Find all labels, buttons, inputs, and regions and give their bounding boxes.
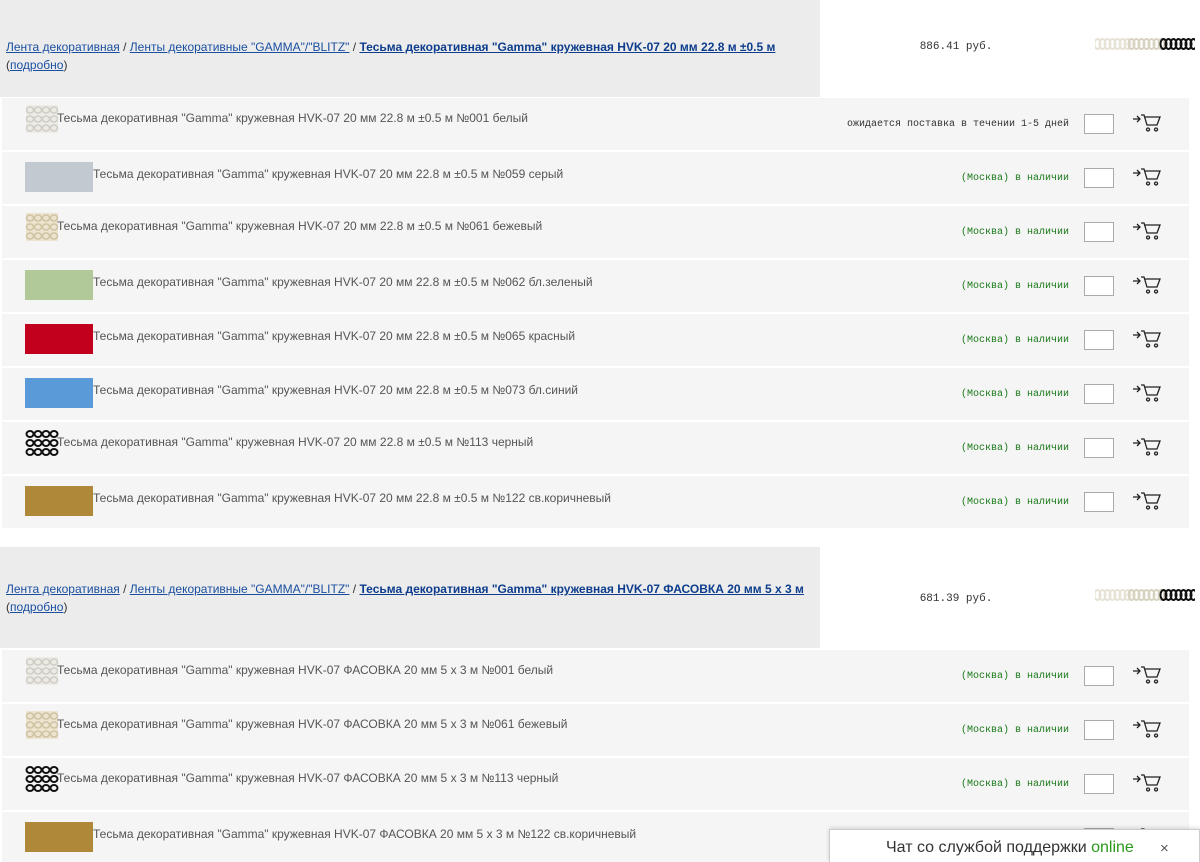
quantity-input[interactable]: [1084, 276, 1114, 296]
stock-status: (Москва) в наличии: [960, 389, 1069, 400]
product-name: Тесьма декоративная "Gamma" кружевная HV…: [57, 663, 554, 677]
product-name: Тесьма декоративная "Gamma" кружевная HV…: [57, 435, 534, 449]
cart-icon[interactable]: [1132, 274, 1162, 294]
cart-icon[interactable]: [1132, 436, 1162, 456]
quantity-input[interactable]: [1084, 114, 1114, 134]
stock-status: (Москва) в наличии: [960, 227, 1069, 238]
breadcrumb-separator: /: [349, 582, 360, 596]
cart-icon[interactable]: [1132, 166, 1162, 186]
color-swatch[interactable]: [25, 103, 59, 135]
color-swatch[interactable]: [25, 211, 59, 243]
quantity-input[interactable]: [1084, 438, 1114, 458]
color-swatch[interactable]: [25, 709, 59, 741]
breadcrumb-link[interactable]: Ленты декоративные "GAMMA"/"BLITZ": [130, 582, 350, 596]
cart-icon[interactable]: [1132, 772, 1162, 792]
cart-icon[interactable]: [1132, 220, 1162, 240]
breadcrumb-separator: /: [119, 582, 130, 596]
breadcrumb: Лента декоративная / Ленты декоративные …: [6, 582, 804, 614]
group-price: 886.41 руб.: [919, 41, 993, 53]
breadcrumb: Лента декоративная / Ленты декоративные …: [6, 40, 776, 72]
color-swatch[interactable]: [25, 763, 59, 795]
chat-online-status: online: [1091, 839, 1134, 856]
stock-status: ожидается поставка в течении 1-5 дней: [846, 119, 1069, 130]
color-swatch[interactable]: [25, 822, 93, 852]
stock-status: (Москва) в наличии: [960, 173, 1069, 184]
breadcrumb-separator: /: [119, 40, 130, 54]
color-swatch[interactable]: [25, 162, 93, 192]
quantity-input[interactable]: [1084, 384, 1114, 404]
stock-status: (Москва) в наличии: [960, 779, 1069, 790]
product-name: Тесьма декоративная "Gamma" кружевная HV…: [93, 167, 564, 181]
details-link[interactable]: подробно: [10, 58, 63, 72]
product-row: Тесьма декоративная "Gamma" кружевная HV…: [2, 260, 1189, 312]
product-name: Тесьма декоративная "Gamma" кружевная HV…: [93, 275, 593, 289]
product-name: Тесьма декоративная "Gamma" кружевная HV…: [93, 383, 578, 397]
quantity-input[interactable]: [1084, 168, 1114, 188]
breadcrumb-link[interactable]: Ленты декоративные "GAMMA"/"BLITZ": [130, 40, 350, 54]
product-row: Тесьма декоративная "Gamma" кружевная HV…: [2, 98, 1189, 150]
quantity-input[interactable]: [1084, 720, 1114, 740]
product-title-link[interactable]: Тесьма декоративная "Gamma" кружевная HV…: [359, 40, 775, 54]
product-row: Тесьма декоративная "Gamma" кружевная HV…: [2, 650, 1189, 702]
color-swatch[interactable]: [25, 270, 93, 300]
color-swatch[interactable]: [25, 324, 93, 354]
product-row: Тесьма декоративная "Gamma" кружевная HV…: [2, 704, 1189, 756]
product-row: Тесьма декоративная "Gamma" кружевная HV…: [2, 476, 1189, 528]
quantity-input[interactable]: [1084, 222, 1114, 242]
color-swatch[interactable]: [25, 378, 93, 408]
quantity-input[interactable]: [1084, 666, 1114, 686]
color-swatch[interactable]: [25, 655, 59, 687]
group-price: 681.39 руб.: [919, 593, 993, 605]
breadcrumb-link[interactable]: Лента декоративная: [6, 40, 120, 54]
product-row: Тесьма декоративная "Gamma" кружевная HV…: [2, 206, 1189, 258]
stock-status: (Москва) в наличии: [960, 725, 1069, 736]
support-chat-widget[interactable]: Чат со службой поддержки online ×: [829, 829, 1200, 862]
stock-status: (Москва) в наличии: [960, 335, 1069, 346]
stock-status: (Москва) в наличии: [960, 497, 1069, 508]
product-name: Тесьма декоративная "Gamma" кружевная HV…: [57, 771, 559, 785]
product-name: Тесьма декоративная "Gamma" кружевная HV…: [57, 219, 543, 233]
product-title-link[interactable]: Тесьма декоративная "Gamma" кружевная HV…: [359, 582, 803, 596]
cart-icon[interactable]: [1132, 490, 1162, 510]
breadcrumb-separator: /: [349, 40, 360, 54]
breadcrumb-link[interactable]: Лента декоративная: [6, 582, 120, 596]
product-image[interactable]: [1093, 37, 1198, 51]
cart-icon[interactable]: [1132, 718, 1162, 738]
product-name: Тесьма декоративная "Gamma" кружевная HV…: [93, 827, 637, 841]
color-swatch[interactable]: [25, 427, 59, 459]
stock-status: (Москва) в наличии: [960, 443, 1069, 454]
product-name: Тесьма декоративная "Gamma" кружевная HV…: [57, 717, 568, 731]
product-name: Тесьма декоративная "Gamma" кружевная HV…: [93, 491, 611, 505]
stock-status: (Москва) в наличии: [960, 671, 1069, 682]
product-row: Тесьма декоративная "Gamma" кружевная HV…: [2, 152, 1189, 204]
product-name: Тесьма декоративная "Gamma" кружевная HV…: [93, 329, 576, 343]
product-row: Тесьма декоративная "Gamma" кружевная HV…: [2, 368, 1189, 420]
color-swatch[interactable]: [25, 486, 93, 516]
quantity-input[interactable]: [1084, 492, 1114, 512]
chat-label[interactable]: Чат со службой поддержки online: [886, 839, 1134, 857]
quantity-input[interactable]: [1084, 330, 1114, 350]
cart-icon[interactable]: [1132, 328, 1162, 348]
product-image[interactable]: [1093, 588, 1198, 602]
cart-icon[interactable]: [1132, 664, 1162, 684]
product-row: Тесьма декоративная "Gamma" кружевная HV…: [2, 422, 1189, 474]
product-row: Тесьма декоративная "Gamma" кружевная HV…: [2, 314, 1189, 366]
stock-status: (Москва) в наличии: [960, 281, 1069, 292]
close-icon[interactable]: ×: [1160, 840, 1169, 857]
cart-icon[interactable]: [1132, 112, 1162, 132]
product-name: Тесьма декоративная "Gamma" кружевная HV…: [57, 111, 528, 125]
cart-icon[interactable]: [1132, 382, 1162, 402]
product-row: Тесьма декоративная "Gamma" кружевная HV…: [2, 758, 1189, 810]
quantity-input[interactable]: [1084, 774, 1114, 794]
details-link[interactable]: подробно: [10, 600, 63, 614]
